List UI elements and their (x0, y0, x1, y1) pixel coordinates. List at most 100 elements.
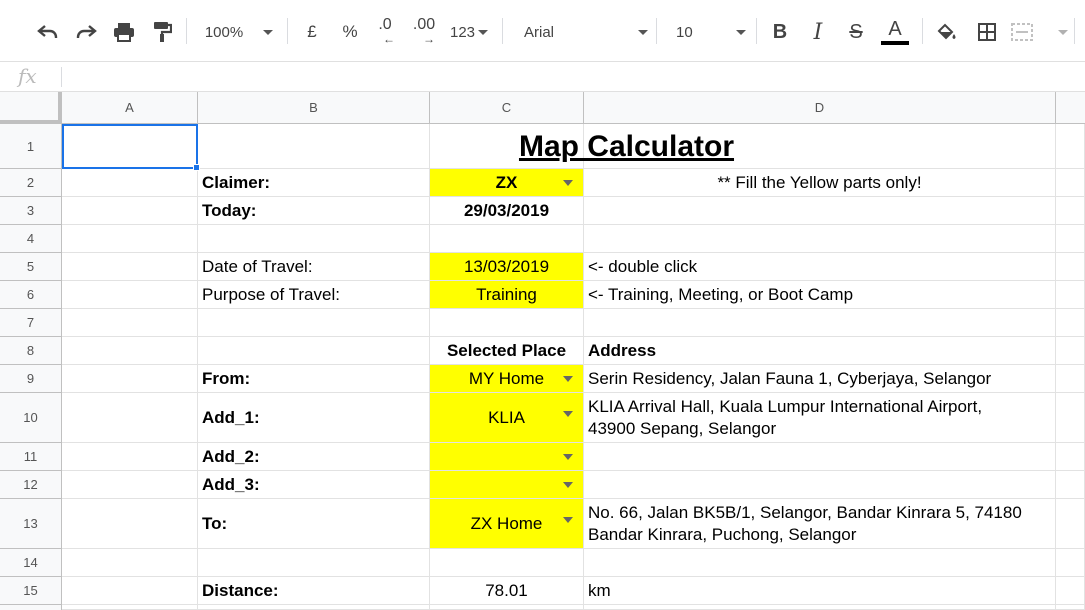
grid-cell[interactable] (198, 337, 430, 365)
row-header[interactable]: 10 (0, 393, 62, 443)
grid-cell[interactable] (1056, 337, 1085, 365)
grid-cell[interactable] (1056, 443, 1085, 471)
grid-cell[interactable] (1056, 197, 1085, 225)
grid-cell[interactable] (62, 471, 198, 499)
row-header[interactable]: 5 (0, 253, 62, 281)
undo-icon[interactable] (32, 14, 64, 50)
row-header[interactable] (0, 605, 62, 610)
grid-cell[interactable] (1056, 577, 1085, 605)
merge-cells-button[interactable] (1010, 14, 1068, 50)
chevron-down-icon[interactable] (563, 481, 573, 488)
grid-cell[interactable] (62, 393, 198, 443)
grid-cell[interactable] (430, 605, 584, 610)
grid-cell[interactable] (1056, 499, 1085, 549)
percent-button[interactable]: % (336, 14, 364, 50)
grid-cell[interactable] (62, 225, 198, 253)
grid-cell[interactable] (584, 549, 1056, 577)
formula-input[interactable] (70, 62, 1080, 92)
font-size-select[interactable]: 10 (668, 14, 746, 50)
font-select[interactable]: Arial (516, 14, 648, 50)
grid-cell[interactable] (584, 225, 1056, 253)
grid-cell[interactable] (1056, 169, 1085, 197)
select-all-corner[interactable] (0, 92, 62, 124)
grid-cell[interactable] (1056, 393, 1085, 443)
fill-color-icon[interactable] (932, 14, 962, 50)
grid-cell[interactable] (1056, 225, 1085, 253)
grid-cell[interactable] (198, 605, 430, 610)
grid-cell[interactable] (1056, 281, 1085, 309)
grid-cell[interactable] (198, 225, 430, 253)
grid-cell[interactable] (198, 309, 430, 337)
grid-cell[interactable] (1056, 365, 1085, 393)
row-header[interactable]: 9 (0, 365, 62, 393)
text-color-button[interactable]: A (878, 14, 912, 50)
row-header[interactable]: 13 (0, 499, 62, 549)
column-header[interactable] (1056, 92, 1085, 124)
more-formats-button[interactable]: 123 (446, 14, 492, 50)
grid-cell[interactable] (62, 365, 198, 393)
column-header[interactable]: A (62, 92, 198, 124)
borders-icon[interactable] (972, 14, 1002, 50)
zoom-select[interactable]: 100% (196, 14, 282, 50)
bold-icon[interactable]: B (766, 14, 794, 50)
chevron-down-icon[interactable] (563, 517, 573, 523)
italic-icon[interactable]: I (804, 14, 832, 50)
chevron-down-icon[interactable] (563, 179, 573, 186)
grid-cell[interactable] (584, 605, 1056, 610)
grid-cell[interactable] (430, 549, 584, 577)
grid-cell[interactable] (1056, 124, 1085, 169)
row-header[interactable]: 2 (0, 169, 62, 197)
add1-dropdown[interactable]: KLIA (430, 393, 584, 443)
grid-cell[interactable] (62, 549, 198, 577)
add3-dropdown[interactable] (430, 471, 584, 499)
add2-dropdown[interactable] (430, 443, 584, 471)
chevron-down-icon[interactable] (563, 453, 573, 460)
chevron-down-icon[interactable] (563, 411, 573, 417)
row-header[interactable]: 3 (0, 197, 62, 225)
grid-cell[interactable] (1056, 309, 1085, 337)
column-header[interactable]: C (430, 92, 584, 124)
grid-cell[interactable] (62, 337, 198, 365)
grid-cell[interactable] (1056, 471, 1085, 499)
grid-cell[interactable] (62, 499, 198, 549)
purpose-input[interactable]: Training (430, 281, 584, 309)
grid-cell[interactable] (584, 197, 1056, 225)
row-header[interactable]: 15 (0, 577, 62, 605)
grid-cell[interactable] (430, 309, 584, 337)
row-header[interactable]: 7 (0, 309, 62, 337)
row-header[interactable]: 1 (0, 124, 62, 169)
currency-button[interactable]: £ (298, 14, 326, 50)
grid-cell[interactable] (430, 225, 584, 253)
row-header[interactable]: 11 (0, 443, 62, 471)
redo-icon[interactable] (70, 14, 102, 50)
row-header[interactable]: 4 (0, 225, 62, 253)
decrease-decimal-button[interactable]: .0 ← (370, 14, 400, 50)
column-header[interactable]: D (584, 92, 1056, 124)
from-dropdown[interactable]: MY Home (430, 365, 584, 393)
row-header[interactable]: 8 (0, 337, 62, 365)
grid-cell[interactable] (1056, 253, 1085, 281)
column-header[interactable]: B (198, 92, 430, 124)
claimer-dropdown[interactable]: ZX (430, 169, 584, 197)
grid-cell[interactable] (62, 253, 198, 281)
grid-cell[interactable] (584, 309, 1056, 337)
date-of-travel-input[interactable]: 13/03/2019 (430, 253, 584, 281)
increase-decimal-button[interactable]: .00 → (406, 14, 442, 50)
grid-cell[interactable] (62, 577, 198, 605)
grid-cell[interactable] (62, 309, 198, 337)
chevron-down-icon[interactable] (563, 375, 573, 382)
grid-cell[interactable] (62, 281, 198, 309)
grid-cell[interactable] (1056, 605, 1085, 610)
row-header[interactable]: 14 (0, 549, 62, 577)
grid-cell[interactable] (62, 605, 198, 610)
fill-handle[interactable] (193, 164, 200, 171)
grid-cell[interactable] (62, 169, 198, 197)
grid-cell[interactable] (198, 549, 430, 577)
grid-cell[interactable] (1056, 549, 1085, 577)
strikethrough-icon[interactable]: S (842, 14, 870, 50)
to-dropdown[interactable]: ZX Home (430, 499, 584, 549)
row-header[interactable]: 6 (0, 281, 62, 309)
print-icon[interactable] (108, 14, 140, 50)
grid-cell[interactable] (62, 443, 198, 471)
paint-format-icon[interactable] (146, 14, 178, 50)
